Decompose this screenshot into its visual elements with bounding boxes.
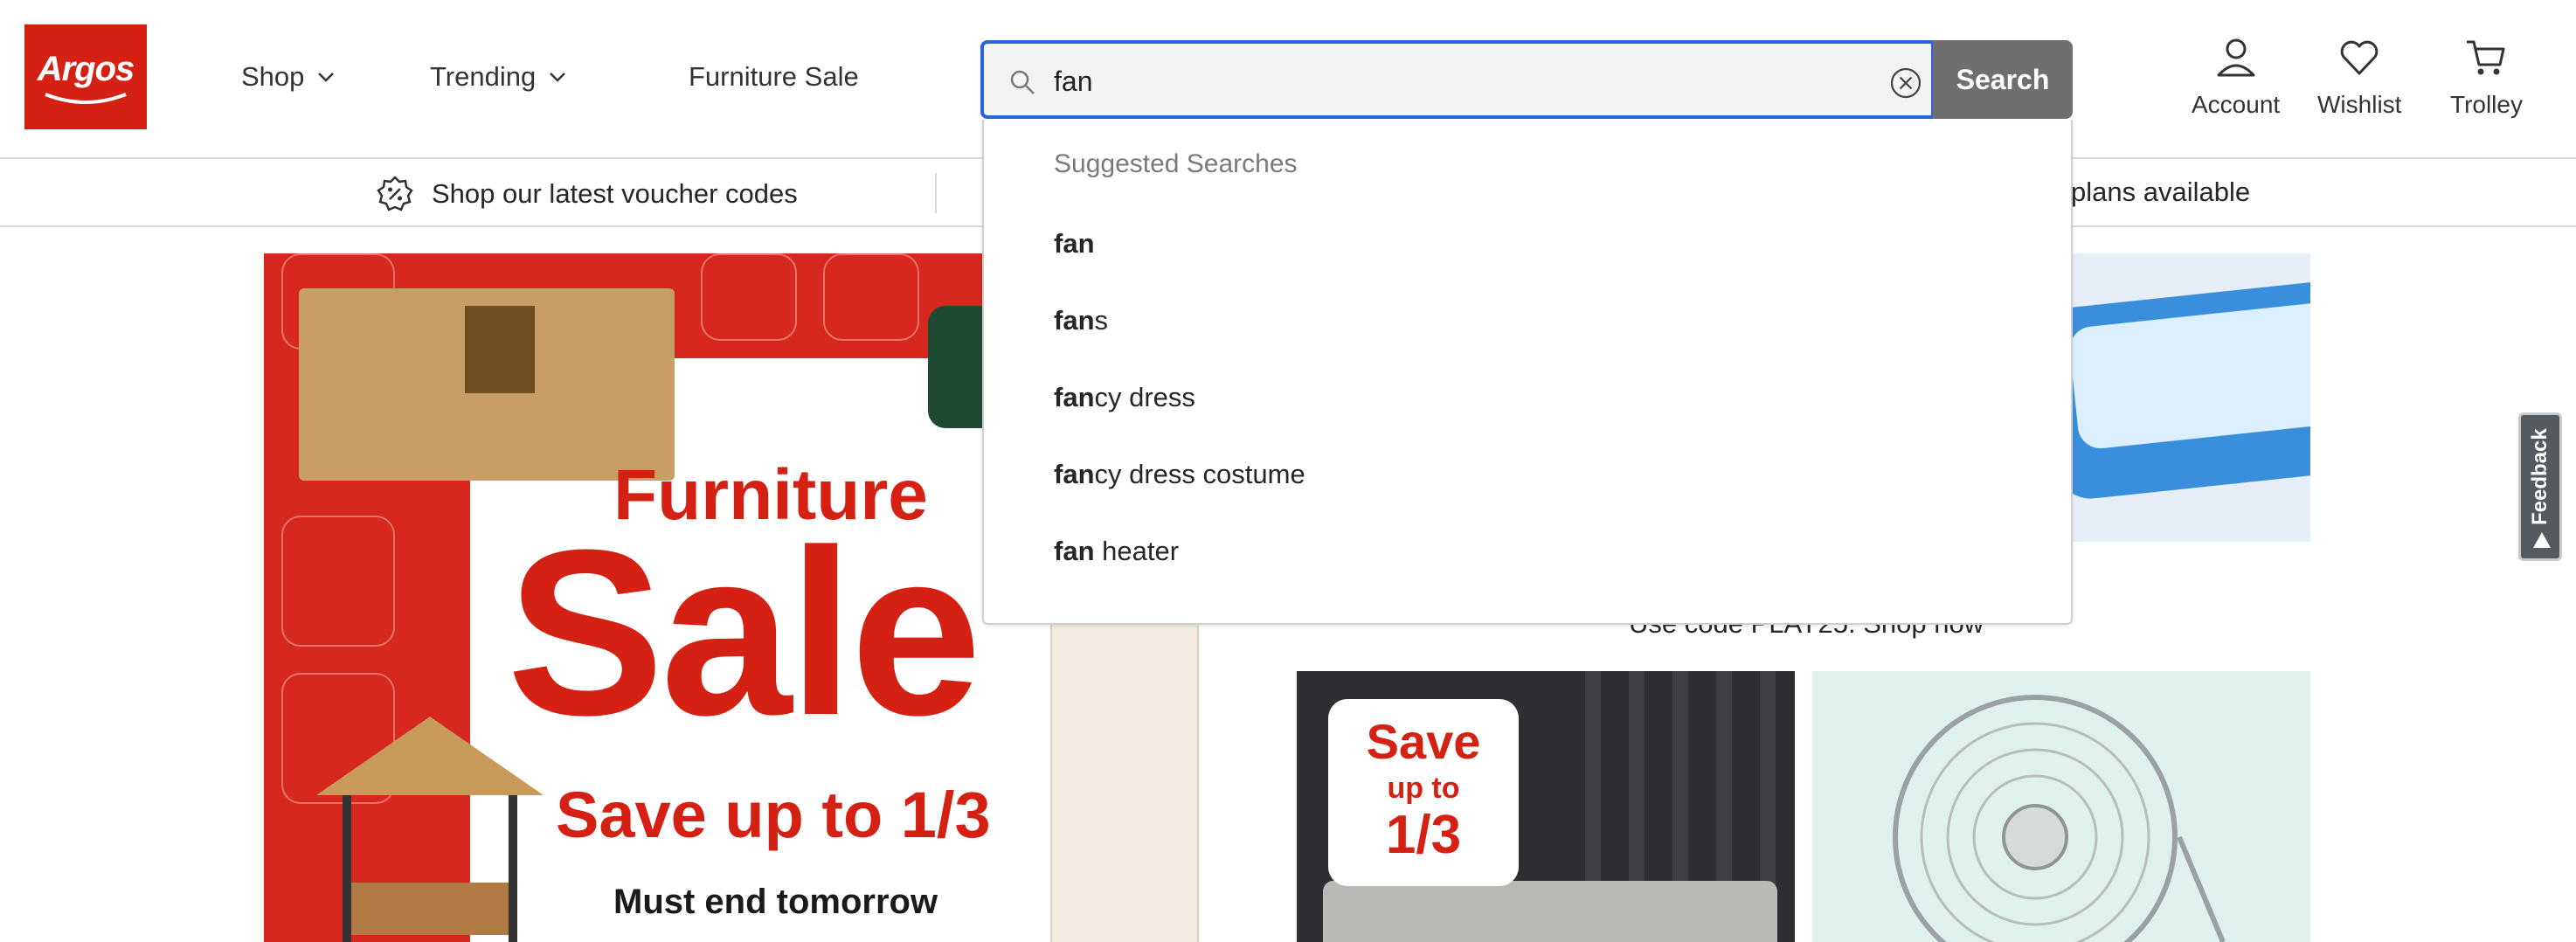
suggestion-item[interactable]: fan heater: [1054, 536, 1179, 567]
nav-furniture-sale[interactable]: Furniture Sale: [689, 61, 859, 93]
suggestion-match: fan: [1054, 382, 1095, 412]
save-badge-up-to: up to: [1387, 772, 1460, 805]
nav-furniture-sale-label: Furniture Sale: [689, 61, 859, 92]
account-label: Account: [2192, 91, 2281, 118]
heart-icon: [2340, 40, 2379, 75]
suggestion-rest: cy dress: [1094, 382, 1195, 412]
wishlist-link[interactable]: Wishlist: [2317, 35, 2401, 119]
nav-shop-label: Shop: [241, 61, 305, 92]
wishlist-label: Wishlist: [2317, 91, 2402, 118]
sideboard-image: [299, 288, 675, 481]
desk-fan-image: [1893, 695, 2226, 942]
logo-text: Argos: [37, 49, 135, 88]
banner-must-end-text: Must end tomorrow: [613, 883, 938, 921]
plans-available-link[interactable]: plans available: [2071, 177, 2250, 208]
pattern-tile: [701, 253, 797, 341]
search-icon: [1010, 70, 1035, 94]
search-button[interactable]: Search: [1933, 40, 2073, 119]
wardrobe-image: [1050, 620, 1199, 942]
banner-title-line2: Sale: [507, 502, 981, 765]
suggestion-match: fan: [1054, 459, 1095, 489]
suggestion-match: fan: [1054, 305, 1095, 336]
suggestion-item[interactable]: fancy dress: [1054, 382, 1195, 413]
suggestion-match: fan: [1054, 228, 1095, 259]
account-icon: [2217, 38, 2255, 77]
nav-shop[interactable]: Shop: [241, 61, 336, 93]
desk-fan-tile[interactable]: [1812, 671, 2310, 942]
suggestion-match: fan: [1054, 536, 1095, 566]
chevron-down-icon: [550, 73, 566, 82]
feedback-tab[interactable]: Feedback: [2518, 412, 2562, 561]
trolley-label: Trolley: [2450, 91, 2523, 118]
search-suggestions-dropdown: Suggested Searches fan fans fancy dress …: [982, 120, 2073, 625]
suggestion-item[interactable]: fans: [1054, 305, 1108, 336]
nav-trending[interactable]: Trending: [430, 61, 567, 93]
feedback-label: Feedback: [2528, 428, 2552, 525]
account-link[interactable]: Account: [2192, 35, 2280, 119]
suggestions-heading: Suggested Searches: [1054, 149, 1298, 178]
paddling-pool-image: [2039, 267, 2310, 502]
banner-save-text: Save up to 1/3: [556, 779, 991, 851]
trolley-icon: [2467, 40, 2505, 75]
suggestion-rest: s: [1094, 305, 1109, 336]
voucher-badge-icon: [377, 176, 413, 211]
pattern-tile: [823, 253, 919, 341]
suggestion-item[interactable]: fancy dress costume: [1054, 459, 1305, 490]
search-box: [980, 40, 1935, 119]
search-input[interactable]: [1054, 59, 1840, 103]
chevron-down-icon: [318, 73, 335, 82]
strip-divider: [935, 173, 937, 213]
garden-sofa-image: [1323, 881, 1777, 942]
suggestion-rest: heater: [1094, 536, 1180, 566]
trolley-link[interactable]: Trolley: [2450, 35, 2523, 119]
voucher-codes-label: Shop our latest voucher codes: [432, 178, 798, 209]
feedback-arrow-icon: [2533, 532, 2551, 548]
suggestion-rest: cy dress costume: [1094, 459, 1305, 489]
save-badge: Save up to 1/3: [1328, 699, 1519, 886]
save-badge-save: Save: [1366, 714, 1481, 769]
garden-furniture-tile[interactable]: Save up to 1/3: [1297, 671, 1795, 942]
logo-swoosh-icon: [45, 92, 127, 104]
pattern-tile: [281, 516, 395, 647]
voucher-codes-link[interactable]: Shop our latest voucher codes: [376, 175, 798, 213]
save-badge-amount: 1/3: [1385, 805, 1462, 865]
argos-logo[interactable]: Argos: [24, 24, 147, 129]
suggestion-item[interactable]: fan: [1054, 228, 1095, 260]
nav-trending-label: Trending: [430, 61, 537, 92]
clear-search-icon[interactable]: [1889, 66, 1922, 100]
